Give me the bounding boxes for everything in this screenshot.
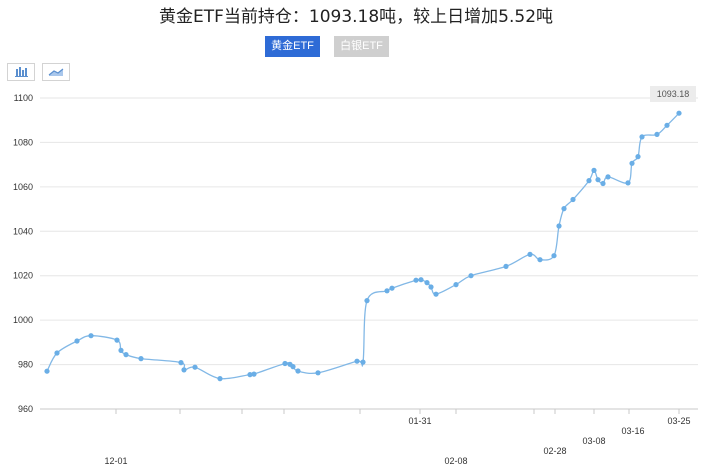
data-point (468, 273, 474, 279)
y-tick-label: 1040 (13, 226, 33, 236)
data-point (625, 180, 631, 186)
data-point (605, 174, 611, 180)
x-tick-label: 03-08 (582, 436, 605, 446)
x-tick-label: 12-01 (104, 456, 127, 466)
x-tick-label: 03-16 (621, 426, 644, 436)
x-tick-label: 02-08 (444, 456, 467, 466)
data-point (635, 154, 641, 160)
data-point (290, 364, 296, 370)
data-point (251, 371, 257, 377)
data-point (600, 180, 606, 187)
data-point (639, 134, 645, 140)
data-point (428, 284, 434, 290)
data-point (44, 368, 50, 374)
data-point (537, 257, 543, 263)
data-point (178, 360, 184, 366)
data-point (629, 160, 635, 166)
data-point (503, 263, 509, 269)
data-point (364, 298, 370, 304)
data-point (360, 359, 366, 365)
data-point (315, 370, 321, 376)
data-point (181, 367, 187, 373)
series-line (46, 112, 680, 380)
x-tick-label: 02-28 (543, 446, 566, 456)
data-point (118, 347, 124, 353)
data-point (433, 291, 439, 297)
data-point (595, 177, 601, 183)
data-point (192, 364, 198, 370)
y-tick-label: 1060 (13, 182, 33, 192)
data-point (295, 368, 301, 374)
data-point (217, 376, 223, 382)
x-tick-label: 03-25 (667, 416, 690, 426)
data-point (664, 122, 670, 128)
data-point (418, 277, 424, 283)
data-point (676, 110, 682, 116)
y-tick-label: 960 (18, 404, 33, 414)
data-point (556, 223, 562, 229)
data-point (453, 282, 459, 288)
data-point (123, 352, 129, 358)
data-point (282, 360, 288, 367)
y-tick-label: 1020 (13, 271, 33, 281)
data-point (413, 277, 419, 283)
data-point (591, 167, 597, 173)
data-point (74, 338, 80, 344)
data-point (354, 358, 360, 364)
data-point (551, 253, 557, 259)
data-point (88, 333, 94, 339)
y-tick-label: 980 (18, 360, 33, 370)
y-tick-label: 1000 (13, 315, 33, 325)
holdings-chart: 960 980 1000 1020 1040 1060 1080 1100 12-01 01-31… (13, 86, 698, 466)
data-point (654, 131, 660, 137)
data-point (384, 288, 390, 294)
y-tick-label: 1080 (13, 137, 33, 147)
data-point (561, 206, 567, 212)
data-point (138, 356, 144, 362)
data-point (54, 350, 60, 356)
x-tick-label: 01-31 (408, 416, 431, 426)
data-point (527, 251, 533, 257)
data-point (389, 285, 395, 291)
data-point (424, 280, 430, 286)
data-point (570, 196, 576, 203)
data-point (586, 178, 592, 184)
data-point (114, 337, 120, 343)
last-value-label: 1093.18 (657, 89, 690, 99)
y-tick-label: 1100 (14, 93, 33, 103)
